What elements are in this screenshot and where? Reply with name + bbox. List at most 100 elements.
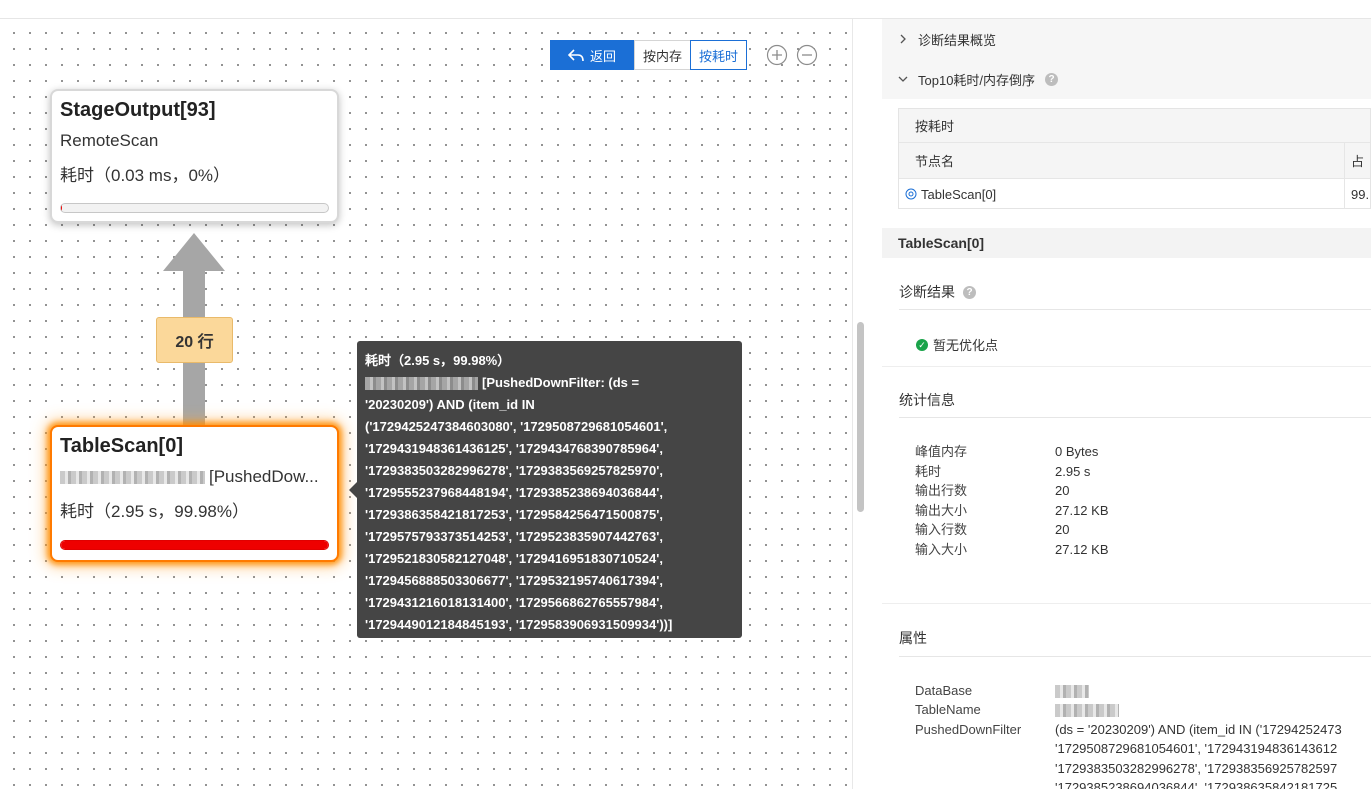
table-cell-node-text: TableScan[0] bbox=[921, 186, 997, 202]
diag-ok-status: ✓ 暂无优化点 bbox=[916, 335, 998, 354]
tooltip-line: '1729431948361436125', '1729434768390785… bbox=[365, 441, 663, 456]
canvas-scrollbar[interactable] bbox=[853, 19, 867, 789]
stat-value: 27.12 KB bbox=[1055, 542, 1109, 557]
redacted-text bbox=[1055, 704, 1119, 718]
top-bar bbox=[0, 0, 1371, 19]
tooltip-line: '1729521830582127048', '1729416951830710… bbox=[365, 551, 663, 566]
cost-progress-bar bbox=[60, 203, 329, 213]
stat-value: 0 Bytes bbox=[1055, 444, 1099, 459]
filter-line: '1729383503282996278', '1729383569257825… bbox=[1055, 760, 1338, 776]
accordion-top10-label: Top10耗时/内存倒序 bbox=[918, 72, 1036, 88]
stat-key: 输出大小 bbox=[915, 503, 968, 518]
sort-by-time-button[interactable]: 按耗时 bbox=[690, 40, 747, 70]
divider bbox=[899, 656, 1371, 657]
table-cell-node: TableScan[0] bbox=[899, 179, 1345, 209]
top10-table: 按耗时 节点名 占 TableScan[0] 99. bbox=[898, 108, 1371, 209]
locate-icon[interactable] bbox=[905, 188, 917, 200]
filter-line: '1729385238694036844', '1729386358421817… bbox=[1055, 780, 1338, 789]
accordion-top10[interactable]: Top10耗时/内存倒序 ? bbox=[882, 59, 1371, 99]
stat-key: 输入大小 bbox=[915, 542, 968, 557]
chevron-right-icon bbox=[900, 34, 906, 44]
chevron-down-icon bbox=[898, 76, 908, 82]
tooltip-line: [PushedDownFilter: (ds = bbox=[365, 372, 734, 394]
stat-row: 输出大小 27.12 KB bbox=[915, 501, 1109, 521]
table-caption: 按耗时 bbox=[899, 109, 1370, 143]
divider bbox=[899, 309, 1371, 310]
redacted-text bbox=[60, 471, 205, 485]
plan-canvas[interactable]: 返回 按内存 按耗时 StageOutput[93] RemoteScan 耗时… bbox=[0, 19, 852, 789]
prop-row: DataBase bbox=[915, 681, 1093, 701]
tooltip-line-text: [PushedDownFilter: (ds = bbox=[482, 375, 640, 390]
prop-value bbox=[1055, 700, 1123, 720]
back-button[interactable]: 返回 bbox=[550, 40, 634, 70]
tooltip-line: 耗时（2.95 s，99.98%） bbox=[365, 353, 511, 368]
tooltip-line: ('1729425247384603080', '172950872968105… bbox=[365, 419, 668, 434]
node-cost: 耗时（0.03 ms，0%） bbox=[60, 166, 231, 185]
redacted-text bbox=[365, 377, 478, 391]
stat-key: 峰值内存 bbox=[915, 444, 968, 459]
prop-key: PushedDownFilter bbox=[915, 722, 1022, 737]
tooltip-line: '1729555237968448194', '1729385238694036… bbox=[365, 485, 663, 500]
stat-key: 输出行数 bbox=[915, 483, 968, 498]
table-header: 节点名 占 bbox=[899, 143, 1370, 179]
help-icon[interactable]: ? bbox=[963, 285, 976, 299]
diag-heading: 诊断结果 ? bbox=[899, 282, 976, 302]
tooltip-line: '1729449012184845193', '1729583906931509… bbox=[365, 617, 673, 632]
stat-value: 20 bbox=[1055, 483, 1070, 498]
stat-row: 输入行数 20 bbox=[915, 520, 1069, 540]
prop-value: (ds = '20230209') AND (item_id IN ('1729… bbox=[1055, 722, 1342, 737]
tooltip-caret bbox=[349, 482, 357, 498]
zoom-out-icon[interactable] bbox=[796, 44, 818, 66]
stat-key: 耗时 bbox=[915, 464, 942, 479]
stat-row: 输入大小 27.12 KB bbox=[915, 540, 1109, 560]
stat-row: 耗时 2.95 s bbox=[915, 462, 1090, 482]
prop-key: DataBase bbox=[915, 683, 973, 698]
props-heading: 属性 bbox=[899, 630, 927, 646]
tooltip-line: '1729431216018131400', '1729566862765557… bbox=[365, 595, 663, 610]
prop-row: TableName bbox=[915, 700, 1123, 720]
node-subtitle: RemoteScan bbox=[60, 131, 159, 150]
node-cost: 耗时（2.95 s，99.98%） bbox=[60, 502, 249, 521]
filter-line: '1729508729681054601', '1729431948361436… bbox=[1055, 741, 1338, 756]
row-count-badge: 20 行 bbox=[156, 317, 233, 363]
divider bbox=[882, 366, 1371, 367]
prop-key: TableName bbox=[915, 702, 981, 717]
stat-row: 峰值内存 0 Bytes bbox=[915, 442, 1098, 462]
tooltip-line: '1729456888503306677', '1729532195740617… bbox=[365, 573, 663, 588]
diag-heading-text: 诊断结果 bbox=[899, 284, 955, 300]
stat-value: 27.12 KB bbox=[1055, 503, 1109, 518]
diag-ok-text: 暂无优化点 bbox=[933, 338, 999, 353]
prop-row: PushedDownFilter (ds = '20230209') AND (i… bbox=[915, 720, 1342, 740]
cost-progress-bar bbox=[60, 540, 329, 550]
scrollbar-thumb[interactable] bbox=[857, 322, 864, 512]
table-row[interactable]: TableScan[0] 99. bbox=[899, 179, 1370, 209]
stat-row: 输出行数 20 bbox=[915, 481, 1069, 501]
node-subtitle-text: [PushedDow... bbox=[209, 467, 319, 486]
tooltip-line: '1729386358421817253', '1729584256471500… bbox=[365, 507, 663, 522]
node-tooltip: 耗时（2.95 s，99.98%） [PushedDownFilter: (ds… bbox=[357, 341, 742, 638]
diagnosis-panel: 诊断结果概览 Top10耗时/内存倒序 ? 按耗时 节点名 占 TableSca… bbox=[882, 19, 1371, 789]
zoom-in-icon[interactable] bbox=[766, 44, 788, 66]
cost-progress-fill bbox=[61, 541, 328, 549]
help-icon[interactable]: ? bbox=[1045, 72, 1059, 86]
node-subtitle: [PushedDow... bbox=[60, 466, 329, 488]
accordion-overview[interactable]: 诊断结果概览 bbox=[882, 19, 1371, 59]
tooltip-line: '20230209') AND (item_id IN bbox=[365, 397, 535, 412]
stat-key: 输入行数 bbox=[915, 522, 968, 537]
divider bbox=[899, 417, 1371, 418]
stage-output-node[interactable]: StageOutput[93] RemoteScan 耗时（0.03 ms，0%… bbox=[50, 89, 339, 223]
sort-by-memory-button[interactable]: 按内存 bbox=[634, 40, 691, 70]
divider bbox=[882, 603, 1371, 604]
back-button-label: 返回 bbox=[589, 48, 616, 64]
prop-value bbox=[1055, 681, 1093, 701]
table-cell-pct: 99. bbox=[1351, 186, 1370, 202]
pushed-filter-continued: '1729508729681054601', '1729431948361436… bbox=[1055, 739, 1337, 789]
node-title: StageOutput[93] bbox=[60, 99, 216, 121]
node-title: TableScan[0] bbox=[60, 435, 183, 457]
flow-arrow-head bbox=[163, 233, 225, 271]
check-circle-icon: ✓ bbox=[916, 338, 928, 351]
node-detail-title: TableScan[0] bbox=[882, 228, 1371, 258]
stats-heading: 统计信息 bbox=[899, 392, 955, 408]
table-scan-node[interactable]: TableScan[0] [PushedDow... 耗时（2.95 s，99.… bbox=[50, 425, 339, 562]
accordion-overview-label: 诊断结果概览 bbox=[918, 32, 997, 48]
